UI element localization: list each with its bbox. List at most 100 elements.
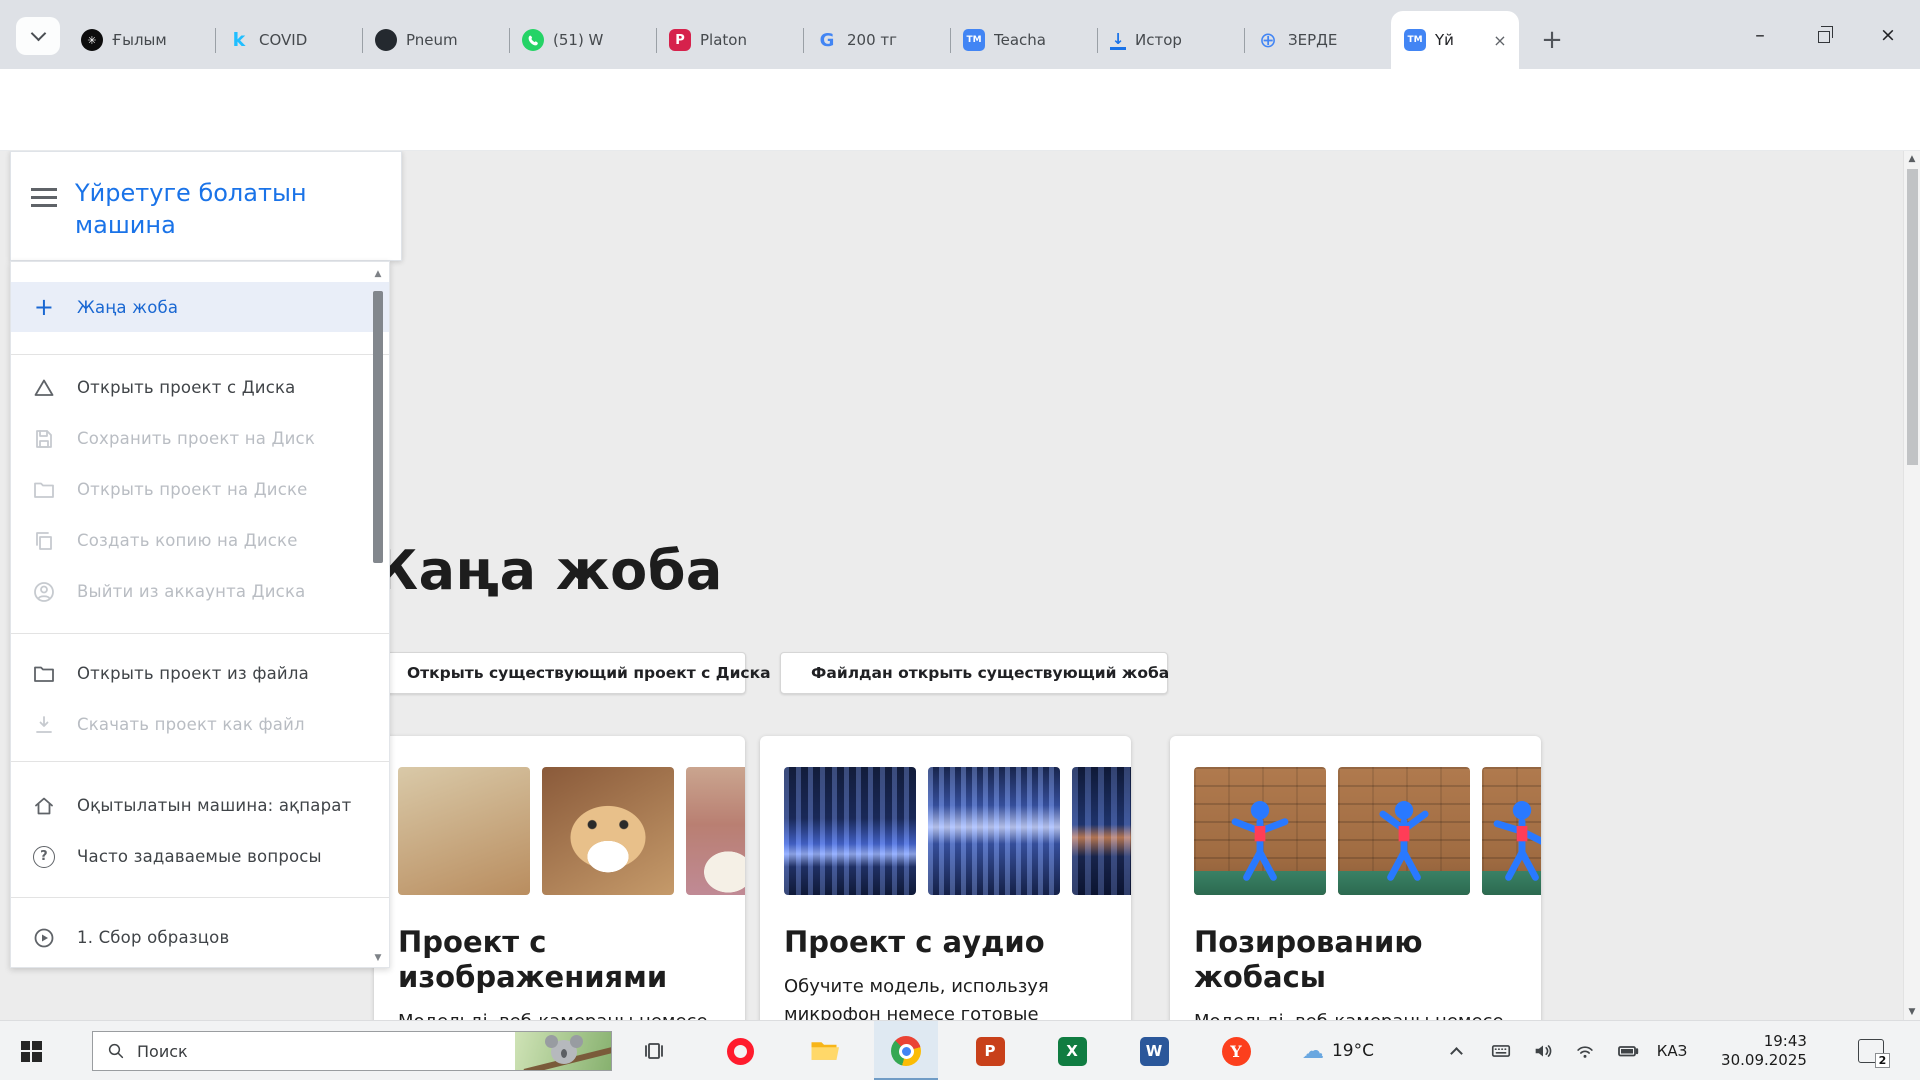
tab-label: 200 тг <box>847 31 942 49</box>
play-circle-icon <box>31 925 57 951</box>
tab-downloads-history[interactable]: ↓ Истор <box>1097 11 1244 69</box>
taskbar-word-icon[interactable]: W <box>1122 1021 1186 1080</box>
menu-icon[interactable] <box>31 188 57 191</box>
folder-icon <box>31 661 57 687</box>
taskbar-powerpoint-icon[interactable]: P <box>958 1021 1022 1080</box>
menu-item-label: Открыть проект из файла <box>77 664 309 683</box>
image-project-card[interactable]: Проект с изображениями Модельді, веб-кам… <box>374 736 745 1020</box>
tabs-container: ✳ Ғылым k COVID Pneum (51) W P Platon G <box>68 11 1519 69</box>
folder-icon <box>809 1036 839 1066</box>
browser-toolbar: ← → ↻ teachablemachine.withgoogle.com/tr… <box>0 69 1920 151</box>
app-menu: Үйретуге болатын машина + Жаңа жоба Откр… <box>10 151 402 968</box>
keyboard-language[interactable]: КАЗ <box>1650 1021 1694 1080</box>
scroll-down-icon[interactable]: ▼ <box>1904 1007 1920 1017</box>
audio-thumbnail <box>1072 767 1131 895</box>
pose-project-card[interactable]: Позированию жобасы Модельді, веб-камеран… <box>1170 736 1541 1020</box>
tab-label: Истор <box>1135 31 1236 49</box>
browser-tab-strip: ✳ Ғылым k COVID Pneum (51) W P Platon G <box>0 0 1920 69</box>
scroll-down-icon[interactable]: ▼ <box>370 953 386 963</box>
scrollbar-thumb[interactable] <box>1907 169 1918 465</box>
scrollbar-thumb[interactable] <box>373 291 383 563</box>
windows-logo-icon <box>21 1041 42 1062</box>
temperature-value: 19°C <box>1332 1041 1374 1061</box>
menu-item-open-drive-project[interactable]: Открыть проект с Диска <box>11 362 389 413</box>
tab-label: Ғылым <box>112 31 207 49</box>
copy-icon <box>31 528 57 554</box>
page-scrollbar[interactable]: ▲ ▼ <box>1903 151 1920 1020</box>
tab-kaggle-covid[interactable]: k COVID <box>215 11 362 69</box>
volume-icon[interactable] <box>1524 1021 1562 1080</box>
menu-scrollbar[interactable]: ▲ ▼ <box>370 269 386 969</box>
search-icon <box>107 1042 125 1060</box>
touch-keyboard-icon[interactable] <box>1482 1021 1520 1080</box>
start-button[interactable] <box>0 1021 62 1080</box>
notification-center-button[interactable]: 2 <box>1846 1021 1896 1080</box>
chevron-down-icon <box>30 25 46 41</box>
tab-chatgpt[interactable]: ✳ Ғылым <box>68 11 215 69</box>
app-title[interactable]: Үйретуге болатын машина <box>75 178 321 260</box>
google-drive-icon <box>31 375 57 401</box>
taskbar: Поиск P X W Y ☁ 19°C <box>0 1020 1920 1080</box>
menu-item-open-from-file[interactable]: Открыть проект из файла <box>11 648 389 699</box>
menu-item-gather-samples[interactable]: 1. Сбор образцов <box>11 912 389 963</box>
open-file-project-label: Файлдан открыть существующий жоба <box>811 664 1169 682</box>
image-thumbnail <box>398 767 530 895</box>
tab-teachable-machine[interactable]: TM Teacha <box>950 11 1097 69</box>
folder-icon <box>31 477 57 503</box>
tab-label: ЗЕРДЕ <box>1288 31 1383 49</box>
menu-item-about[interactable]: Оқытылатын машина: ақпарат <box>11 780 389 831</box>
scroll-up-icon[interactable]: ▲ <box>370 269 386 279</box>
menu-item-label: Сохранить проект на Диск <box>77 429 315 448</box>
menu-divider <box>11 897 389 898</box>
audio-project-card[interactable]: Проект с аудио Обучите модель, используя… <box>760 736 1131 1020</box>
cloud-icon: ☁ <box>1302 1039 1324 1064</box>
tab-teachable-machine-active[interactable]: TM Үй × <box>1391 11 1519 69</box>
open-drive-project-button[interactable]: Открыть существующий проект с Диска <box>370 652 746 694</box>
pose-thumbnail <box>1194 767 1326 895</box>
card-description: Обучите модель, используя микрофон немес… <box>784 973 1107 1020</box>
tab-zerde[interactable]: ⊕ ЗЕРДЕ <box>1244 11 1391 69</box>
tab-label: (51) W <box>553 31 648 49</box>
tab-platonus[interactable]: P Platon <box>656 11 803 69</box>
open-file-project-button[interactable]: Файлдан открыть существующий жоба <box>780 652 1168 694</box>
menu-item-new-project[interactable]: + Жаңа жоба <box>11 282 389 332</box>
window-minimize-button[interactable]: – <box>1728 0 1792 69</box>
search-highlight-image[interactable] <box>515 1032 611 1070</box>
tab-github-pneumonia[interactable]: Pneum <box>362 11 509 69</box>
tab-google-search[interactable]: G 200 тг <box>803 11 950 69</box>
taskbar-yandex-icon[interactable]: Y <box>1204 1021 1268 1080</box>
network-icon[interactable] <box>1566 1021 1604 1080</box>
tab-search-button[interactable] <box>16 17 60 55</box>
menu-divider <box>11 761 389 762</box>
clock-widget[interactable]: 19:43 30.09.2025 <box>1698 1021 1830 1080</box>
help-icon: ? <box>31 844 57 870</box>
menu-item-label: Скачать проект как файл <box>77 715 305 734</box>
menu-item-copy-on-drive: Создать копию на Диске <box>11 515 389 566</box>
taskbar-opera-icon[interactable] <box>708 1021 772 1080</box>
new-tab-button[interactable]: + <box>1532 20 1572 60</box>
scroll-up-icon[interactable]: ▲ <box>1904 154 1920 164</box>
taskbar-explorer-icon[interactable] <box>792 1021 856 1080</box>
menu-item-faq[interactable]: ? Часто задаваемые вопросы <box>11 831 389 882</box>
opera-icon <box>727 1038 754 1065</box>
image-thumbnail <box>686 767 745 895</box>
taskbar-chrome-icon[interactable] <box>874 1021 938 1080</box>
tray-expand-button[interactable] <box>1438 1021 1474 1080</box>
tab-close-icon[interactable]: × <box>1489 29 1511 51</box>
menu-item-signout-drive: Выйти из аккаунта Диска <box>11 566 389 617</box>
battery-icon[interactable] <box>1608 1021 1648 1080</box>
tab-label: Pneum <box>406 31 501 49</box>
window-close-button[interactable]: × <box>1856 0 1920 69</box>
chrome-icon <box>891 1036 921 1066</box>
taskbar-excel-icon[interactable]: X <box>1040 1021 1104 1080</box>
download-icon <box>31 712 57 738</box>
task-view-button[interactable] <box>622 1021 686 1080</box>
menu-divider <box>11 354 389 355</box>
pose-thumbnail <box>1338 767 1470 895</box>
weather-widget[interactable]: ☁ 19°C <box>1278 1021 1398 1080</box>
menu-item-label: Выйти из аккаунта Диска <box>77 582 305 601</box>
taskbar-search[interactable]: Поиск <box>92 1031 612 1071</box>
tab-whatsapp[interactable]: (51) W <box>509 11 656 69</box>
window-restore-button[interactable] <box>1792 0 1856 69</box>
card-description: Модельді, веб-камераны немесе изображени… <box>1194 1008 1517 1020</box>
